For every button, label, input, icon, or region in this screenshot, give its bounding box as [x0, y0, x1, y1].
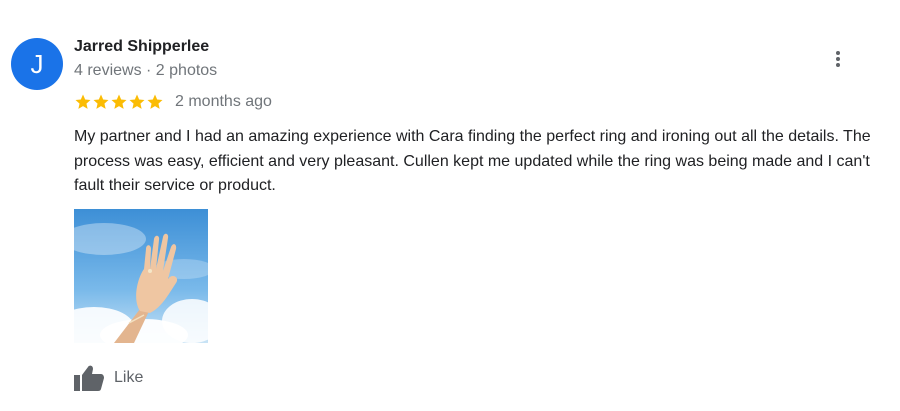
star-icon: [93, 94, 109, 109]
thumb-up-icon: [74, 365, 104, 391]
reviewer-name[interactable]: Jarred Shipperlee: [74, 38, 209, 56]
star-icon: [129, 94, 145, 109]
review-text: My partner and I had an amazing experien…: [74, 128, 871, 194]
star-icon: [75, 94, 91, 109]
review-photo-image: [74, 209, 208, 343]
more-vert-icon: [836, 51, 840, 55]
star-icon: [111, 94, 127, 109]
star-icon: [147, 94, 163, 109]
more-options-button[interactable]: [826, 46, 850, 72]
more-vert-icon-dot: [836, 57, 840, 61]
rating-row: 2 months ago: [74, 92, 272, 112]
review-photo[interactable]: [74, 209, 208, 343]
reviewer-meta: 4 reviews · 2 photos: [74, 62, 218, 79]
like-button[interactable]: Like: [74, 364, 143, 392]
review-date: 2 months ago: [175, 93, 272, 110]
more-vert-icon-dot: [836, 63, 840, 67]
reviewer-avatar[interactable]: J: [11, 38, 63, 90]
like-label: Like: [114, 369, 144, 386]
star-rating: [74, 93, 164, 111]
